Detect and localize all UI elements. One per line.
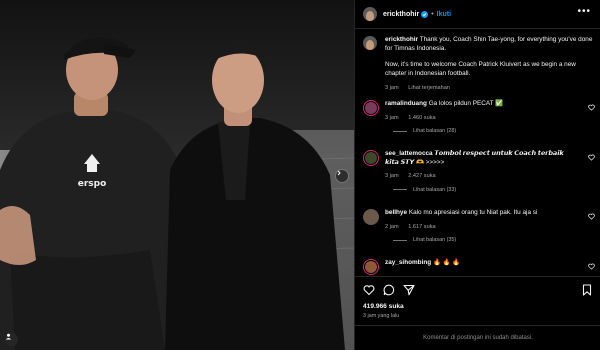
caption-text-2: Now, it's time to welcome Coach Patrick … (385, 61, 576, 77)
comment-time: 2 jam (385, 223, 399, 230)
see-translation-link[interactable]: Lihat terjemahan (408, 85, 450, 91)
like-comment-heart-icon[interactable] (588, 104, 595, 111)
like-comment-heart-icon[interactable] (588, 213, 595, 220)
view-replies-link[interactable]: Lihat balasan (33) (393, 187, 595, 193)
chevron-right-icon (337, 170, 341, 176)
post-time-ago: 3 jam yang lalu (363, 313, 400, 319)
caption-time: 3 jam (385, 85, 399, 92)
caption-author-avatar[interactable] (363, 36, 377, 50)
comments-restricted-notice: Komentar di postingan ini sudah dibatasi… (355, 325, 600, 350)
bookmark-icon[interactable] (581, 284, 593, 296)
post-header: erickthohir • Ikuti ••• (355, 0, 600, 29)
author-username[interactable]: erickthohir (383, 11, 419, 18)
share-icon[interactable] (403, 284, 415, 296)
like-heart-icon[interactable] (363, 284, 375, 296)
tagged-users-button[interactable] (5, 333, 18, 346)
post-actions-bar: 419.966 suka 3 jam yang lalu (355, 276, 600, 320)
more-options-icon[interactable]: ••• (577, 7, 591, 17)
comment-text: 🔥 🔥 🔥 (432, 259, 461, 266)
like-comment-heart-icon[interactable] (588, 154, 595, 161)
photo-illustration: erspo (0, 0, 354, 350)
comments-feed[interactable]: erickthohir Thank you, Coach Shin Tae-yo… (355, 30, 600, 276)
view-replies-link[interactable]: Lihat balasan (35) (393, 237, 595, 243)
comment-item: bellhye Kalo mo apresiasi orang tu Niat … (363, 209, 595, 243)
like-comment-heart-icon[interactable] (588, 263, 595, 270)
likes-count[interactable]: 419.966 suka (363, 303, 404, 310)
shirt-logo-text: erspo (78, 179, 107, 189)
comment-item: zay_sihombing 🔥 🔥 🔥 (363, 259, 595, 275)
commenter-avatar[interactable] (363, 259, 379, 275)
caption-username[interactable]: erickthohir (385, 36, 418, 43)
comment-item: see_lattemocca 𝙏𝙤𝙢𝙗𝙤𝙡 𝙧𝙚𝙨𝙥𝙚𝙘𝙩 𝙪𝙣𝙩𝙪𝙠 𝘾𝙤𝙖𝙘… (363, 150, 595, 193)
post-caption: erickthohir Thank you, Coach Shin Tae-yo… (363, 36, 593, 93)
comment-text: Ga lolos pildun PECAT ✅ (428, 100, 504, 107)
comment-likes[interactable]: 1.460 suka (408, 115, 435, 121)
comment-time: 3 jam (385, 173, 399, 180)
next-photo-button[interactable] (335, 169, 349, 183)
author-avatar[interactable] (363, 7, 377, 21)
user-icon (5, 333, 12, 340)
separator-dot: • (431, 10, 434, 18)
post-photo[interactable]: erspo (0, 0, 354, 350)
commenter-username[interactable]: bellhye (385, 209, 407, 216)
comment-likes[interactable]: 1.617 suka (408, 224, 435, 230)
commenter-avatar[interactable] (363, 150, 379, 166)
commenter-avatar[interactable] (363, 100, 379, 116)
commenter-username[interactable]: ramalinduang (385, 100, 427, 107)
verified-icon (421, 10, 429, 18)
comment-text: Kalo mo apresiasi orang tu Niat pak. Itu… (408, 209, 538, 216)
comment-time: 3 jam (385, 114, 399, 121)
comment-likes[interactable]: 2.427 suka (408, 173, 435, 179)
view-replies-link[interactable]: Lihat balasan (28) (393, 128, 595, 134)
commenter-username[interactable]: see_lattemocca (385, 150, 433, 157)
comment-item: ramalinduang Ga lolos pildun PECAT ✅ 3 j… (363, 100, 595, 134)
commenter-avatar[interactable] (363, 209, 379, 225)
comment-icon[interactable] (383, 284, 395, 296)
commenter-username[interactable]: zay_sihombing (385, 259, 431, 266)
post-side-panel: erickthohir • Ikuti ••• erickthohir Than… (354, 0, 600, 350)
follow-button[interactable]: Ikuti (437, 11, 451, 18)
